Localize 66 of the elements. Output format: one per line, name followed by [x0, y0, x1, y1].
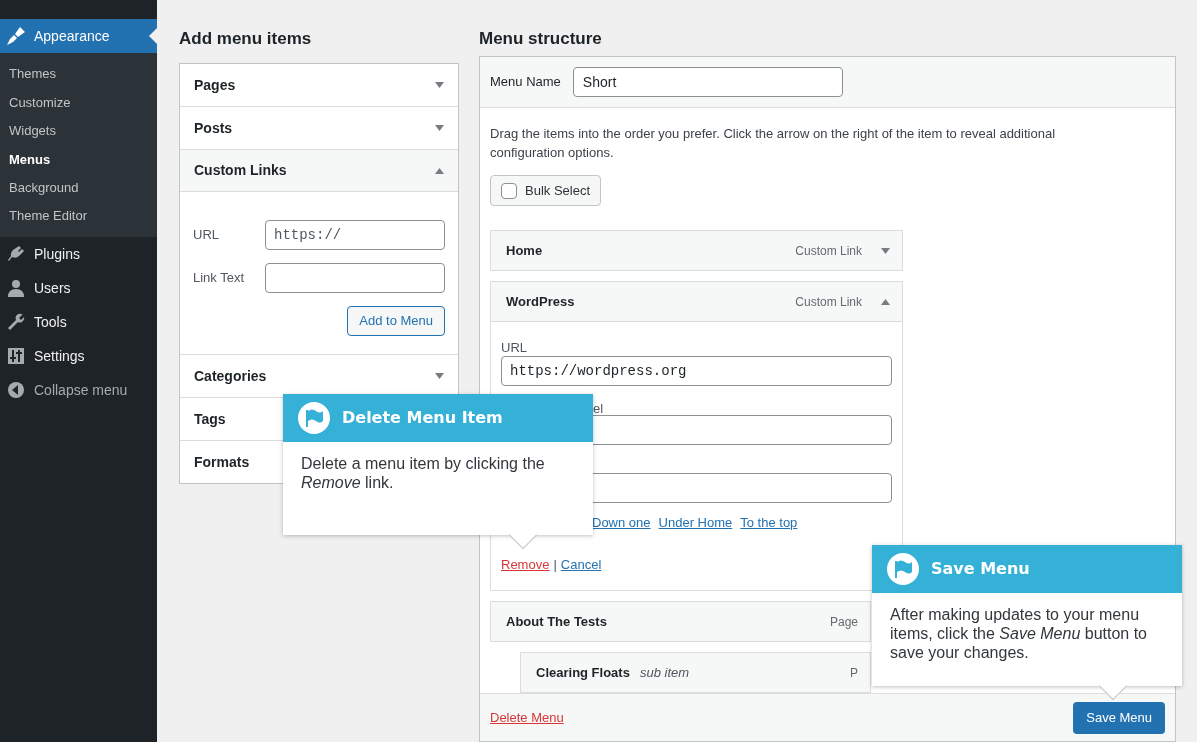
sidebar-item[interactable]: Tools [0, 305, 157, 340]
field-label: el [593, 401, 604, 416]
caret-icon[interactable] [435, 125, 444, 131]
menu-item-header[interactable]: Home Custom Link [490, 230, 903, 271]
link-text-field[interactable] [265, 263, 445, 293]
cancel-link[interactable]: Cancel [560, 554, 602, 574]
move-link[interactable]: Down one [592, 513, 651, 533]
caret-icon[interactable] [435, 167, 444, 174]
item-subtitle: sub item [639, 663, 690, 682]
separator: | [553, 555, 557, 574]
submenu-item[interactable]: Customize [0, 88, 157, 117]
sliders-icon [6, 346, 26, 367]
caret-icon[interactable] [435, 373, 444, 379]
item-type: Page [829, 613, 858, 631]
accordion-header[interactable]: Categories [180, 355, 458, 397]
menu-name-field[interactable]: Short [572, 67, 843, 97]
caret-icon[interactable] [435, 82, 444, 88]
submenu-item[interactable]: Themes [0, 60, 157, 89]
bulk-select-button[interactable]: Bulk Select [490, 175, 602, 206]
delete-menu-link[interactable]: Delete Menu [490, 707, 564, 728]
tooltip-text: Delete a menu item by clicking the Remove link. [301, 454, 546, 492]
menu-item-header[interactable]: About The Tests Page [490, 601, 871, 642]
sidebar-item[interactable]: Plugins [0, 237, 157, 272]
url-field[interactable]: https:// [265, 220, 445, 250]
user-icon [6, 278, 26, 299]
move-link[interactable]: To the top [740, 513, 798, 533]
flag-icon [298, 402, 330, 434]
submenu-item[interactable]: Theme Editor [0, 201, 157, 231]
submenu-item[interactable]: Menus [0, 145, 157, 174]
move-link[interactable]: Under Home [658, 513, 733, 533]
field-label: URL [193, 226, 220, 245]
menu-item-header[interactable]: WordPress Custom Link [490, 281, 903, 322]
caret-icon[interactable] [881, 298, 890, 305]
wrench-icon [6, 312, 26, 333]
section-heading: Menu structure [479, 28, 603, 50]
instructions: Drag the items into the order you prefer. Click the arrow on the right of the item to reveal additional configuration options. [490, 125, 1057, 162]
section-heading: Add menu items [179, 28, 313, 50]
sidebar-item[interactable]: Users [0, 271, 157, 306]
field-label: Menu Name [490, 73, 561, 92]
save-menu-button[interactable]: Save Menu [1073, 701, 1165, 734]
flag-icon [887, 553, 919, 585]
collapse-icon[interactable] [6, 380, 26, 401]
sidebar-item[interactable]: Appearance [0, 19, 157, 53]
accordion-header[interactable]: Posts [180, 107, 458, 149]
accordion-header[interactable]: Pages [180, 64, 458, 106]
caret-icon[interactable] [881, 247, 890, 254]
field-label: Link Text [193, 269, 246, 288]
submenu-item[interactable]: Widgets [0, 116, 157, 146]
checkbox[interactable] [501, 182, 517, 199]
accordion-header[interactable]: Custom Links [180, 150, 458, 192]
brush-icon [6, 26, 26, 46]
tooltip-text: After making updates to your menu items, click the Save Menu button to save your changes. [890, 605, 1148, 662]
sidebar-item[interactable]: Collapse menu [0, 373, 157, 408]
field-label: URL [501, 339, 528, 356]
tooltip-title: Save Menu [931, 558, 1030, 580]
url-field[interactable]: https://wordpress.org [501, 356, 892, 386]
submenu-item[interactable]: Background [0, 173, 157, 202]
item-type: P [850, 664, 858, 682]
item-type: Custom Link [795, 242, 862, 260]
menu-item-header[interactable]: Clearing Floats sub item P [520, 652, 871, 693]
add-to-menu-button[interactable]: Add to Menu [347, 306, 445, 336]
item-type: Custom Link [795, 293, 862, 311]
remove-link[interactable]: Remove [501, 554, 550, 574]
tooltip-title: Delete Menu Item [342, 407, 503, 429]
sidebar-item[interactable]: Settings [0, 339, 157, 374]
current-indicator [149, 28, 157, 44]
